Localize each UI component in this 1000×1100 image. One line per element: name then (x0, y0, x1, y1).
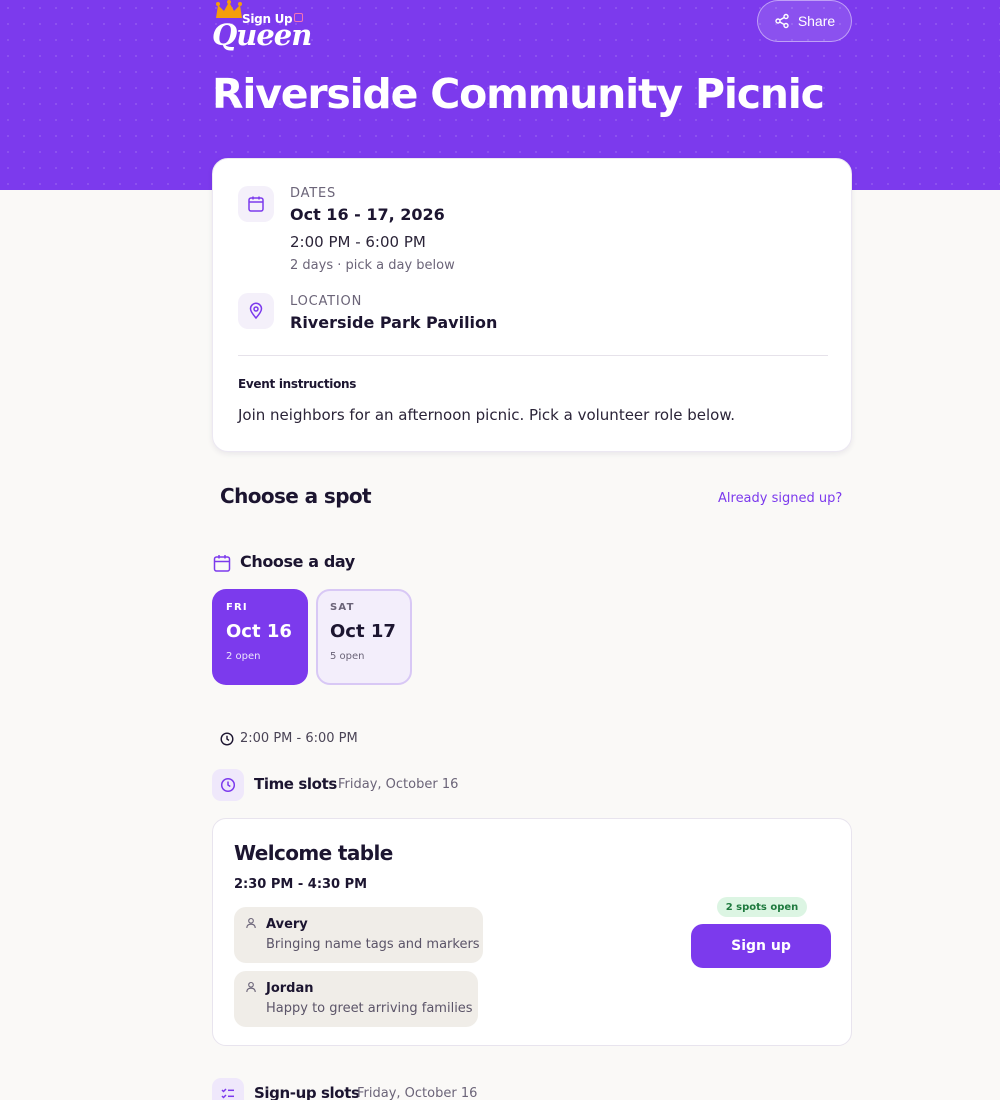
location-value: Riverside Park Pavilion (290, 313, 498, 332)
brand-logo[interactable]: Sign Up Queen (212, 0, 312, 54)
signup-entry: Avery Bringing name tags and markers (234, 907, 483, 963)
dates-value: Oct 16 - 17, 2026 (290, 205, 445, 224)
signup-comment: Bringing name tags and markers (266, 937, 480, 952)
share-label: Share (797, 13, 836, 29)
choose-day-heading: Choose a day (240, 552, 355, 571)
person-icon (246, 917, 256, 929)
sign-up-button[interactable]: Sign up (691, 924, 831, 968)
day-tile-sat[interactable]: SAT Oct 17 5 open (316, 589, 412, 685)
crown-icon (216, 0, 242, 18)
day-date: Oct 16 (226, 621, 292, 642)
calendar-icon-box (238, 186, 274, 222)
calendar-icon (248, 196, 264, 212)
share-icon (775, 13, 789, 29)
logo-main-text: Queen (212, 18, 312, 52)
day-open-count: 5 open (330, 651, 365, 662)
calendar-icon (213, 555, 231, 572)
spots-open-badge: 2 spots open (717, 897, 807, 917)
slot-time: 2:30 PM - 4:30 PM (234, 877, 368, 892)
clock-icon-box (212, 769, 244, 801)
dates-label: DATES (290, 186, 337, 201)
location-pin-icon (249, 302, 263, 320)
already-signed-up-link[interactable]: Already signed up? (718, 491, 842, 506)
person-icon (246, 981, 256, 993)
slot-title: Welcome table (234, 841, 393, 865)
day-of-week: SAT (330, 602, 355, 613)
event-time-range: 2:00 PM - 6:00 PM (290, 233, 426, 251)
day-open-count: 2 open (226, 651, 261, 662)
day-date: Oct 17 (330, 621, 396, 642)
signup-slots-date: Friday, October 16 (357, 1086, 478, 1100)
dates-note: 2 days · pick a day below (290, 258, 455, 273)
day-of-week: FRI (226, 602, 248, 613)
checklist-icon-box (212, 1078, 244, 1100)
checklist-icon (221, 1088, 234, 1099)
day-time-range: 2:00 PM - 6:00 PM (240, 731, 358, 746)
slot-card: Welcome table 2:30 PM - 4:30 PM Avery Br… (212, 818, 852, 1046)
time-slots-heading: Time slots (254, 775, 337, 793)
clock-icon (220, 732, 234, 746)
event-info-card: DATES Oct 16 - 17, 2026 2:00 PM - 6:00 P… (212, 158, 852, 452)
clock-icon (220, 777, 236, 793)
signup-slots-heading: Sign-up slots (254, 1084, 360, 1100)
signup-comment: Happy to greet arriving families (266, 1001, 473, 1016)
share-button[interactable]: Share (757, 0, 852, 42)
signup-entry: Jordan Happy to greet arriving families (234, 971, 478, 1027)
location-label: LOCATION (290, 294, 363, 309)
day-tile-fri[interactable]: FRI Oct 16 2 open (212, 589, 308, 685)
signup-name: Jordan (266, 981, 314, 996)
location-icon-box (238, 293, 274, 329)
instructions-text: Join neighbors for an afternoon picnic. … (238, 406, 736, 424)
divider (238, 355, 828, 356)
choose-spot-heading: Choose a spot (220, 484, 372, 508)
instructions-heading: Event instructions (238, 377, 357, 391)
time-slots-date: Friday, October 16 (338, 777, 459, 792)
page-title: Riverside Community Picnic (212, 70, 825, 118)
signup-name: Avery (266, 917, 308, 932)
